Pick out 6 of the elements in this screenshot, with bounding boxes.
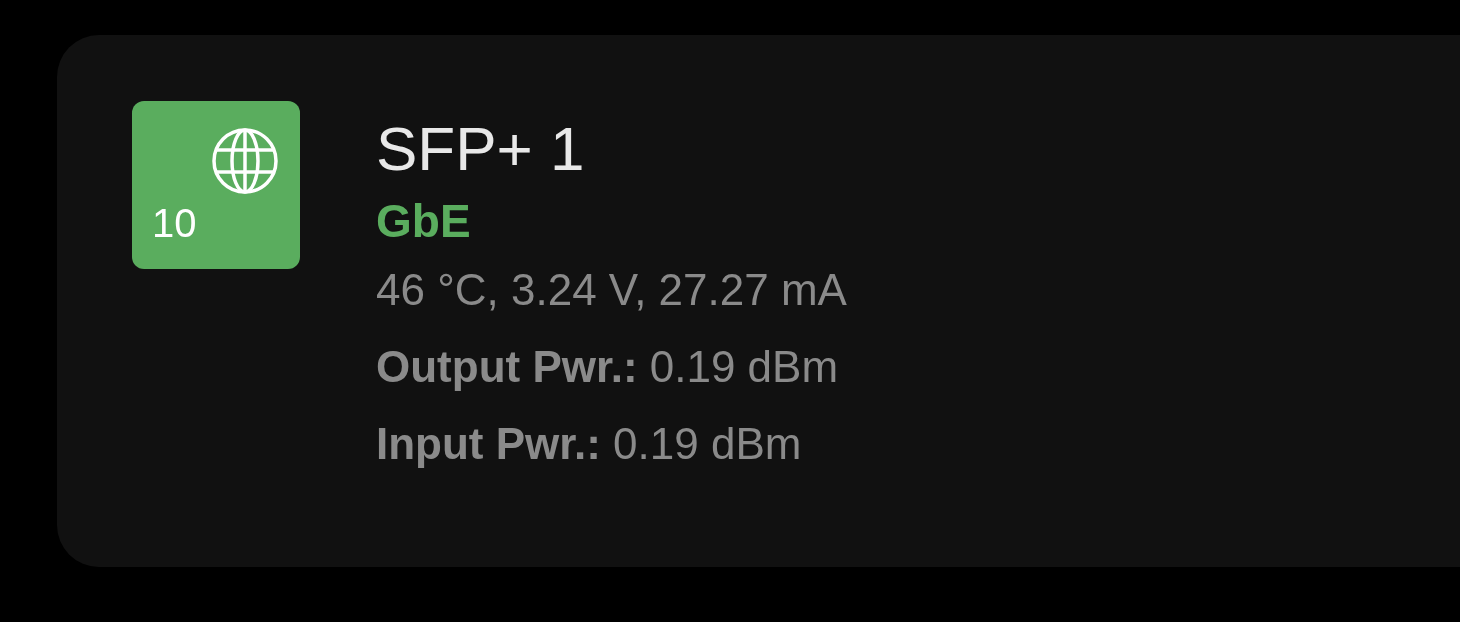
link-speed: GbE (376, 194, 472, 249)
port-number: 10 (152, 200, 197, 247)
port-detail: Input Pwr.: 0.19 dBm (376, 418, 803, 470)
port-detail: 46 °C, 3.24 V, 27.27 mA (376, 264, 847, 316)
port-name: SFP+ 1 (376, 114, 586, 184)
port-detail: Output Pwr.: 0.19 dBm (376, 341, 840, 393)
